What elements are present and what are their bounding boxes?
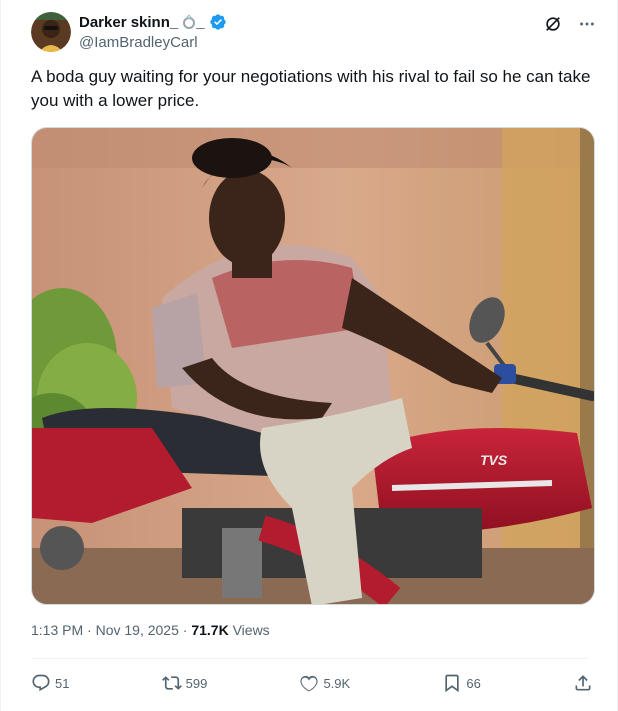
heart-icon — [300, 675, 319, 692]
repost-icon — [161, 676, 182, 690]
repost-button[interactable]: 599 — [161, 673, 208, 693]
divider — [31, 658, 587, 659]
share-icon — [575, 675, 591, 691]
reply-icon — [32, 674, 50, 692]
tweet-photo[interactable]: TVS — [31, 127, 595, 605]
display-name-suffix: _ — [196, 13, 205, 31]
author-names: Darker skinn_ _ @IamBradleyCarl — [79, 12, 227, 51]
repost-count: 599 — [185, 675, 208, 691]
action-bar: 51 599 5.9K 66 — [31, 670, 593, 696]
tweet-metadata: 1:13 PM · Nov 19, 2025 · 71.7K Views — [31, 622, 270, 638]
header-actions — [543, 14, 597, 34]
avatar[interactable] — [31, 12, 71, 52]
tweet-text: A boda guy waiting for your negotiations… — [31, 67, 591, 110]
views-label: Views — [232, 622, 270, 638]
tweet-card: Darker skinn_ _ @IamBradleyCarl A boda g… — [0, 0, 618, 711]
display-name[interactable]: Darker skinn_ — [79, 14, 178, 31]
more-options-icon[interactable] — [577, 14, 597, 34]
like-count: 5.9K — [323, 675, 351, 691]
share-button[interactable] — [573, 673, 593, 693]
reply-count: 51 — [55, 675, 70, 691]
tweet-header: Darker skinn_ _ @IamBradleyCarl — [31, 12, 597, 56]
meta-separator: · — [182, 622, 188, 638]
tweet-date[interactable]: Nov 19, 2025 — [96, 622, 179, 638]
tweet-time[interactable]: 1:13 PM — [31, 622, 83, 638]
grok-icon[interactable] — [543, 14, 563, 34]
bookmark-count: 66 — [466, 675, 481, 691]
bookmark-icon — [445, 674, 460, 693]
meta-separator: · — [87, 622, 92, 638]
bike-brand-label: TVS — [480, 452, 508, 468]
verified-badge-icon — [209, 14, 226, 30]
bookmark-button[interactable]: 66 — [442, 673, 481, 693]
reply-button[interactable]: 51 — [31, 673, 69, 693]
ring-emoji-icon — [182, 14, 196, 30]
views-count[interactable]: 71.7K — [191, 622, 228, 638]
like-button[interactable]: 5.9K — [299, 673, 350, 693]
photo-illustration: TVS — [32, 128, 594, 604]
author-handle[interactable]: @IamBradleyCarl — [79, 34, 227, 51]
